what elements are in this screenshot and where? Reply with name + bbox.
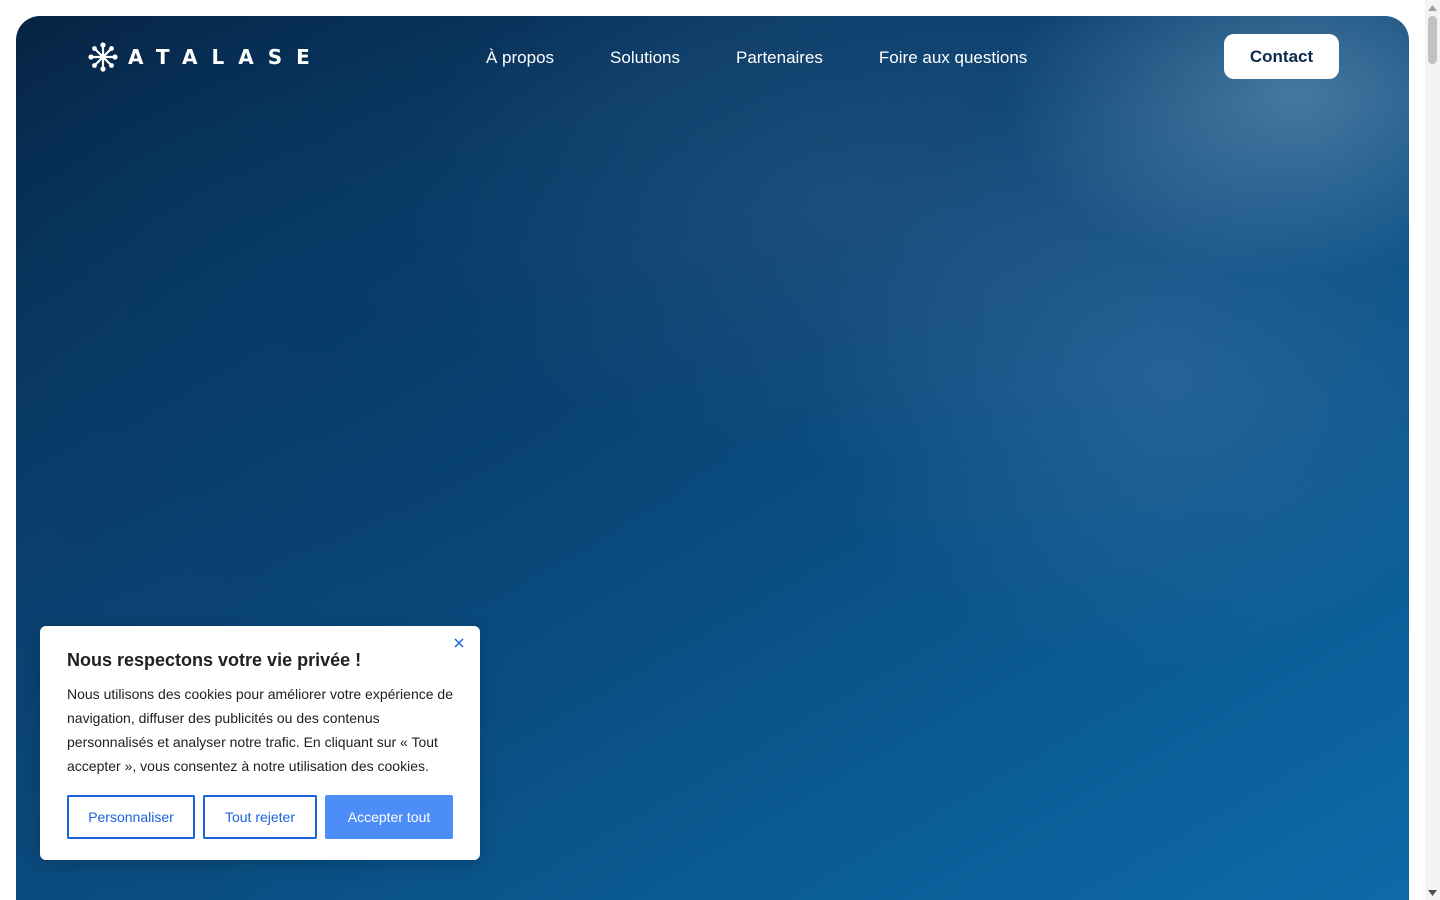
scrollbar-thumb[interactable] — [1428, 16, 1437, 64]
close-icon[interactable] — [452, 636, 466, 650]
cookie-description: Nous utilisons des cookies pour améliore… — [67, 686, 453, 774]
atalase-asterisk-logo-icon — [88, 42, 118, 72]
cookie-title: Nous respectons votre vie privée ! — [67, 650, 362, 670]
brand-wordmark: ATALASE — [128, 45, 324, 69]
nav-link-partenaires[interactable]: Partenaires — [736, 46, 823, 70]
page: ATALASE À propos Solutions Partenaires F… — [0, 0, 1440, 900]
nav-link-faq[interactable]: Foire aux questions — [879, 46, 1027, 70]
nav-link-a-propos[interactable]: À propos — [486, 46, 554, 70]
top-navigation: ATALASE À propos Solutions Partenaires F… — [16, 16, 1409, 100]
cookie-consent-banner: Nous respectons votre vie privée ! Nous … — [40, 626, 480, 860]
scroll-up-arrow-icon[interactable] — [1425, 0, 1440, 15]
contact-button[interactable]: Contact — [1224, 34, 1339, 79]
nav-links: À propos Solutions Partenaires Foire aux… — [486, 46, 1027, 70]
vertical-scrollbar[interactable] — [1425, 0, 1440, 900]
reject-all-button[interactable]: Tout rejeter — [203, 795, 317, 839]
accept-all-button[interactable]: Accepter tout — [325, 795, 453, 839]
brand-logo[interactable]: ATALASE — [88, 42, 324, 72]
scroll-down-arrow-icon[interactable] — [1425, 885, 1440, 900]
cookie-button-row: Personnaliser Tout rejeter Accepter tout — [67, 795, 453, 839]
nav-link-solutions[interactable]: Solutions — [610, 46, 680, 70]
customize-button[interactable]: Personnaliser — [67, 795, 195, 839]
